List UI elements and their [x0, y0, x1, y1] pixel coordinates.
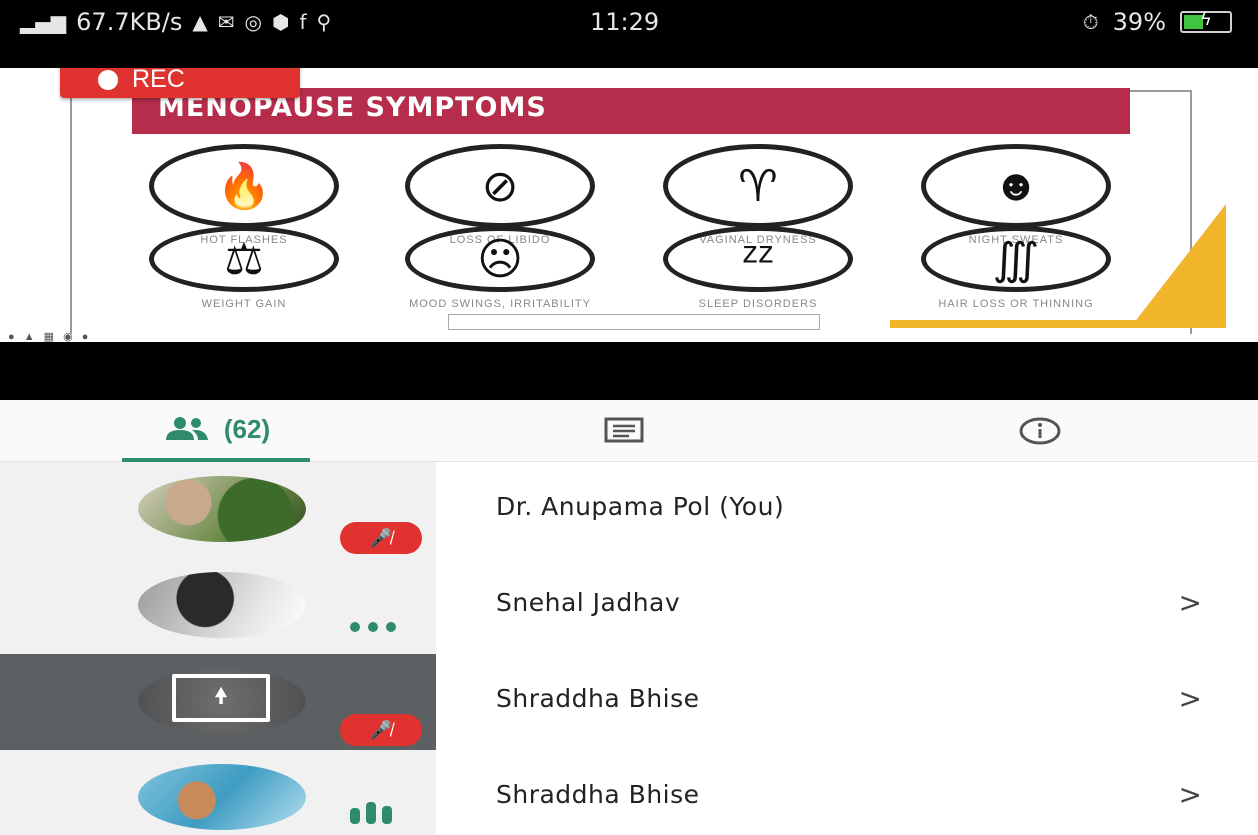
no-sleep-icon: ᶻᶻ: [663, 226, 853, 292]
sweating-head-icon: ☻: [921, 144, 1111, 228]
participant-tile: 🎤̸: [0, 462, 436, 558]
slide-caption-bar: [448, 314, 820, 330]
shared-screen-video[interactable]: MENOPAUSE SYMPTOMS 🔥 HOT FLASHES ⊘ LOSS …: [0, 68, 1258, 342]
no-female-icon: ⊘: [405, 144, 595, 228]
participants-count: (62): [223, 413, 271, 444]
speaking-dots-icon: [350, 622, 396, 632]
symptom-sleep-disorders: ᶻᶻ SLEEP DISORDERS: [658, 226, 858, 311]
muted-mic-icon: 🎤̸: [340, 714, 422, 746]
record-icon: [98, 70, 118, 90]
avatar: [138, 764, 306, 830]
symptom-label: HAIR LOSS OR THINNING: [938, 298, 1094, 310]
warning-icon: ▲: [192, 10, 208, 34]
tab-chat[interactable]: [590, 400, 660, 462]
status-left: ▂▄▆ 67.7KB/s ▲ ✉ ◎ ⬢ f ⚲: [20, 8, 331, 36]
info-icon: [1019, 417, 1061, 445]
participant-name: Dr. Anupama Pol (You): [496, 492, 785, 521]
symptom-mood-swings: ☹ MOOD SWINGS, IRRITABILITY: [400, 226, 600, 311]
participant-list: 🎤̸ Dr. Anupama Pol (You) Snehal Jadhav >…: [0, 462, 1258, 835]
symptom-hair-loss: ∭ HAIR LOSS OR THINNING: [916, 226, 1116, 311]
symptom-weight-gain: ⚖ WEIGHT GAIN: [144, 226, 344, 311]
tab-info[interactable]: [1005, 400, 1075, 462]
people-icon: [165, 417, 208, 440]
tab-bar: (62): [0, 400, 1258, 462]
hair-icon: ∭: [921, 226, 1111, 292]
avatar: [138, 572, 306, 638]
chevron-right-icon: >: [1178, 586, 1202, 619]
participant-name: Snehal Jadhav: [496, 588, 681, 617]
flame-icon: 🔥: [149, 144, 339, 228]
slide-decoration: [1130, 204, 1226, 328]
rec-badge: REC: [60, 68, 300, 98]
mail-icon: ✉: [217, 10, 235, 34]
chevron-right-icon: >: [1178, 778, 1202, 811]
clock: 11:29: [590, 8, 660, 36]
network-speed: 67.7KB/s: [76, 8, 183, 36]
signal-icon: ▂▄▆: [20, 10, 67, 34]
chat-icon: [604, 417, 644, 443]
muted-mic-icon: 🎤̸: [340, 522, 422, 554]
participant-tile: [0, 750, 436, 835]
participant-row[interactable]: Shraddha Bhise >: [0, 750, 1258, 835]
facebook-icon: f: [299, 10, 307, 34]
alarm-icon: ⏱: [1083, 10, 1099, 34]
audio-level-icon: [350, 802, 392, 824]
symptom-label: MOOD SWINGS, IRRITABILITY: [409, 298, 591, 310]
slide-toolbar-icons: ● ▲ ▦ ◉ ●: [8, 331, 92, 342]
screen-share-icon: 🠝: [172, 674, 270, 722]
face-icon: ☹: [405, 226, 595, 292]
participant-name: Shraddha Bhise: [496, 780, 700, 809]
tab-participants[interactable]: (62): [122, 400, 310, 462]
symptom-label: SLEEP DISORDERS: [698, 298, 818, 310]
slide-decoration-base: [890, 320, 1226, 328]
participant-name: Shraddha Bhise: [496, 684, 700, 713]
rec-label: REC: [132, 68, 185, 93]
participant-tile: [0, 558, 436, 654]
battery-percent: 39%: [1112, 8, 1166, 36]
participant-row[interactable]: Snehal Jadhav >: [0, 558, 1258, 654]
scale-icon: ⚖: [149, 226, 339, 292]
avatar: [138, 476, 306, 542]
participant-row-selected[interactable]: 🠝 🎤̸ Shraddha Bhise >: [0, 654, 1258, 750]
usb-icon: ⚲: [316, 10, 332, 34]
video-letterbox: [0, 342, 1258, 400]
uterus-icon: ♈: [663, 144, 853, 228]
chevron-right-icon: >: [1178, 682, 1202, 715]
whatsapp-icon: ◎: [244, 10, 262, 34]
status-right: ⏱ 39% ϟ: [1083, 8, 1232, 36]
status-bar: ▂▄▆ 67.7KB/s ▲ ✉ ◎ ⬢ f ⚲ 11:29 ⏱ 39% ϟ: [0, 0, 1258, 68]
battery-icon: ϟ: [1180, 9, 1232, 33]
participant-tile: 🠝 🎤̸: [0, 654, 436, 750]
participant-row[interactable]: 🎤̸ Dr. Anupama Pol (You): [0, 462, 1258, 558]
symptom-label: WEIGHT GAIN: [201, 298, 287, 310]
location-icon: ⬢: [272, 10, 290, 34]
